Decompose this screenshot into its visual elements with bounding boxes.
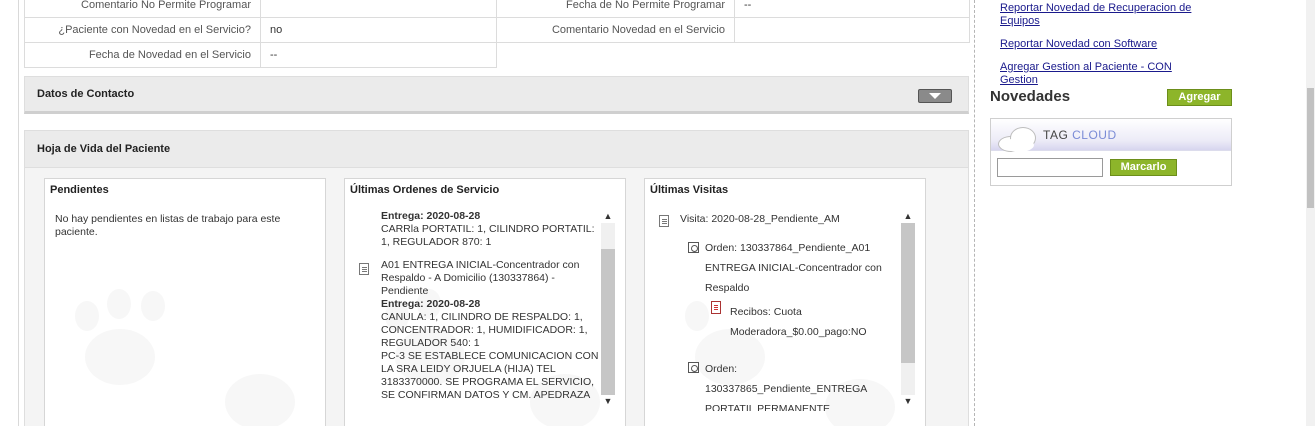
ordenes-scrollbar[interactable]: ▲ ▼ xyxy=(601,207,615,411)
service-info-table: Comentario No Permite Programar Fecha de… xyxy=(24,0,970,68)
contact-section-header[interactable]: Datos de Contacto xyxy=(24,76,969,114)
hoja-vida-section-title: Hoja de Vida del Paciente xyxy=(37,143,171,155)
order-description[interactable]: A01 ENTREGA INICIAL-Concentrador con xyxy=(381,259,579,272)
table-row: ¿Paciente con Novedad en el Servicio? no… xyxy=(24,17,970,43)
table-row: Fecha de Novedad en el Servicio -- xyxy=(24,42,970,68)
novedades-title: Novedades xyxy=(990,88,1071,105)
visit-label[interactable]: Visita: 2020-08-28_Pendiente_AM xyxy=(680,213,840,226)
order-items-line: CARRla PORTATIL: 1, CILINDRO PORTATIL: xyxy=(381,223,595,235)
order-delivery-date: Entrega: 2020-08-28 xyxy=(381,298,481,310)
ordenes-list[interactable]: Entrega: 2020-08-28 CARRla PORTATIL: 1, … xyxy=(355,207,603,411)
marcarlo-button[interactable]: Marcarlo xyxy=(1110,159,1177,176)
tag-cloud-title: TAG CLOUD xyxy=(1043,128,1117,142)
scroll-thumb[interactable] xyxy=(901,223,915,363)
visitas-scrollbar[interactable]: ▲ ▼ xyxy=(901,207,915,411)
main-content: Comentario No Permite Programar Fecha de… xyxy=(0,0,975,426)
order-note-line: PC-3 SE ESTABLECE COMUNICACION CON xyxy=(381,350,599,362)
pendientes-box: Pendientes No hay pendientes en listas d… xyxy=(44,178,326,426)
pendientes-title: Pendientes xyxy=(50,184,109,196)
tag-input[interactable] xyxy=(997,158,1103,177)
agregar-button[interactable]: Agregar xyxy=(1167,89,1232,106)
ordenes-title: Últimas Ordenes de Servicio xyxy=(350,184,500,196)
value-fecha-no-permite: -- xyxy=(734,0,970,18)
order-description[interactable]: Respaldo - A Domicilio (130337864) - xyxy=(381,272,555,285)
value-comentario-no-permite xyxy=(260,0,497,18)
order-description[interactable]: Pendiente xyxy=(381,285,428,298)
scroll-up-arrow-icon[interactable]: ▲ xyxy=(901,209,915,223)
order-note-line: SE CONFIRMAN DATOS Y CM. APEDRAZA xyxy=(381,389,591,401)
visit-order-line[interactable]: Respaldo xyxy=(705,282,749,295)
receipt-icon xyxy=(711,301,721,314)
visitas-tree[interactable]: Visita: 2020-08-28_Pendiente_AM Orden: 1… xyxy=(655,207,903,411)
order-items-line: CONCENTRADOR: 1, HUMIDIFICADOR: 1, xyxy=(381,324,588,336)
scroll-down-arrow-icon[interactable]: ▼ xyxy=(901,394,915,408)
order-items-line: 1, REGULADOR 870: 1 xyxy=(381,236,492,248)
label-comentario-novedad: Comentario Novedad en el Servicio xyxy=(496,17,735,43)
receipt-line[interactable]: Recibos: Cuota xyxy=(730,306,802,319)
visit-order-line[interactable]: Orden: 130337864_Pendiente_A01 xyxy=(705,242,870,255)
chevron-down-icon xyxy=(929,93,941,99)
right-sidebar: Reportar Novedad de Recuperacion de Equi… xyxy=(976,0,1315,426)
paw-watermark xyxy=(85,329,155,385)
value-fecha-novedad: -- xyxy=(260,42,497,68)
scroll-up-arrow-icon[interactable]: ▲ xyxy=(601,209,615,223)
visit-order-line[interactable]: ENTREGA INICIAL-Concentrador con xyxy=(705,262,882,275)
order-items-line: CANULA: 1, CILINDRO DE RESPALDO: 1, xyxy=(381,311,583,323)
visit-order-line[interactable]: 130337865_Pendiente_ENTREGA xyxy=(705,383,867,396)
contact-section-title: Datos de Contacto xyxy=(37,88,135,100)
visit-order-line[interactable]: PORTATIL PERMANENTE xyxy=(705,403,830,411)
document-icon xyxy=(659,215,669,227)
scroll-thumb[interactable] xyxy=(601,249,615,395)
label-fecha-novedad: Fecha de Novedad en el Servicio xyxy=(24,42,261,68)
label-comentario-no-permite: Comentario No Permite Programar xyxy=(24,0,261,18)
document-icon xyxy=(359,263,369,275)
order-note-line: 3183370000. SE PROGRAMA EL SERVICIO, xyxy=(381,376,595,388)
expand-contact-button[interactable] xyxy=(918,89,952,103)
pendientes-empty-message: No hay pendientes en listas de trabajo p… xyxy=(55,213,281,238)
hoja-vida-section-header: Hoja de Vida del Paciente xyxy=(24,130,969,168)
value-paciente-novedad: no xyxy=(260,17,497,43)
link-agregar-gestion[interactable]: Agregar Gestion al Paciente - CON Gestio… xyxy=(1000,61,1210,87)
page-scroll-thumb[interactable] xyxy=(1307,88,1314,208)
order-icon xyxy=(688,242,699,253)
value-comentario-novedad xyxy=(734,17,970,43)
visitas-title: Últimas Visitas xyxy=(650,184,729,196)
label-paciente-novedad: ¿Paciente con Novedad en el Servicio? xyxy=(24,17,261,43)
order-delivery-date: Entrega: 2020-08-28 xyxy=(381,210,481,222)
table-row: Comentario No Permite Programar Fecha de… xyxy=(24,0,970,18)
page-scrollbar[interactable] xyxy=(1306,0,1315,426)
order-note-line: LA SRA LEIDY ORJUELA (HIJA) TEL xyxy=(381,363,556,375)
cloud-icon xyxy=(994,124,1042,154)
link-reportar-novedad-software[interactable]: Reportar Novedad con Software xyxy=(1000,38,1210,51)
ordenes-box: Últimas Ordenes de Servicio Entrega: 202… xyxy=(344,178,626,426)
visitas-box: Últimas Visitas Visita: 2020-08-28_Pendi… xyxy=(644,178,926,426)
tag-cloud-widget: TAG CLOUD Marcarlo xyxy=(990,118,1232,186)
column-divider xyxy=(974,0,975,426)
scroll-down-arrow-icon[interactable]: ▼ xyxy=(601,394,615,408)
label-fecha-no-permite: Fecha de No Permite Programar xyxy=(496,0,735,18)
tag-cloud-header: TAG CLOUD xyxy=(991,119,1231,154)
receipt-line[interactable]: Moderadora_$0.00_pago:NO xyxy=(730,326,867,339)
order-items-line: REGULADOR 540: 1 xyxy=(381,337,480,349)
visit-order-line[interactable]: Orden: xyxy=(705,363,737,376)
link-reportar-novedad-recuperacion[interactable]: Reportar Novedad de Recuperacion de Equi… xyxy=(1000,2,1210,28)
order-icon xyxy=(688,362,699,373)
